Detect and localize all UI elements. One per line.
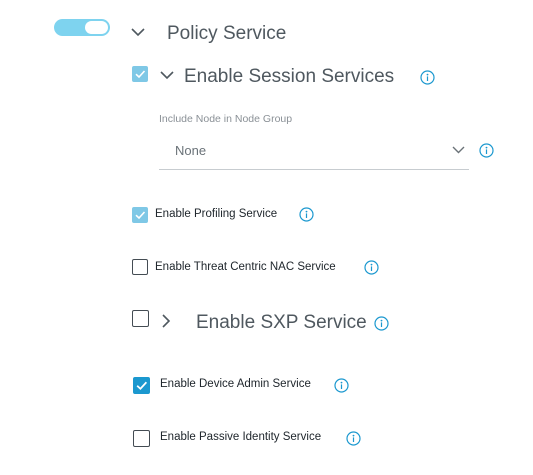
info-icon[interactable] — [299, 207, 314, 222]
sxp-checkbox[interactable] — [132, 310, 149, 327]
toggle-knob — [85, 21, 108, 34]
checkmark-icon — [135, 70, 146, 79]
policy-service-title: Policy Service — [167, 23, 287, 44]
profiling-checkbox[interactable] — [132, 207, 148, 223]
passive-identity-label: Enable Passive Identity Service — [160, 431, 322, 443]
chevron-down-icon[interactable] — [452, 146, 465, 154]
checkmark-icon — [135, 211, 146, 220]
passive-identity-checkbox[interactable] — [133, 430, 150, 447]
info-icon[interactable] — [334, 378, 349, 393]
info-icon[interactable] — [364, 260, 379, 275]
info-icon[interactable] — [346, 431, 361, 446]
info-icon[interactable] — [479, 143, 494, 158]
threat-centric-checkbox[interactable] — [132, 259, 148, 275]
threat-centric-label: Enable Threat Centric NAC Service — [155, 261, 336, 273]
info-icon[interactable] — [420, 70, 435, 85]
session-services-label: Enable Session Services — [184, 66, 395, 87]
device-admin-checkbox[interactable] — [133, 377, 150, 394]
node-group-select-value[interactable]: None — [175, 143, 206, 158]
node-group-select-underline — [159, 169, 469, 170]
chevron-down-icon[interactable] — [160, 71, 174, 80]
device-admin-label: Enable Device Admin Service — [160, 378, 311, 390]
sxp-label: Enable SXP Service — [196, 312, 367, 333]
chevron-right-icon[interactable] — [162, 314, 171, 328]
chevron-down-icon[interactable] — [131, 28, 145, 37]
node-group-label: Include Node in Node Group — [159, 113, 293, 125]
policy-service-toggle[interactable] — [54, 19, 110, 36]
info-icon[interactable] — [374, 316, 389, 331]
profiling-label: Enable Profiling Service — [155, 208, 278, 220]
checkmark-icon — [136, 381, 148, 390]
session-services-checkbox[interactable] — [132, 66, 148, 82]
